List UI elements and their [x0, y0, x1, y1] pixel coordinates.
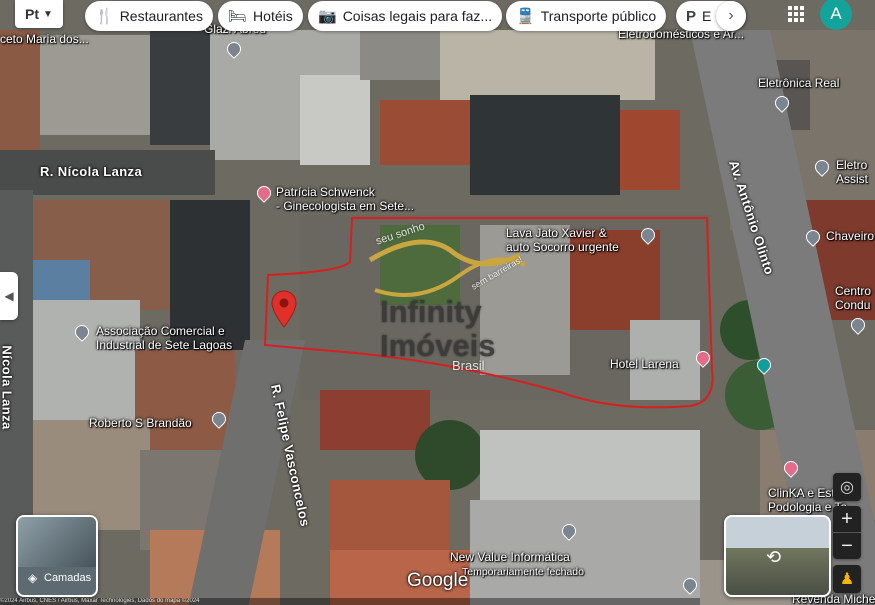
- place-label-newvalue-l1[interactable]: New Value Informática: [450, 550, 570, 564]
- place-label-hotel[interactable]: Hotel Larena: [610, 357, 679, 371]
- chip-label: Coisas legais para faz...: [342, 8, 493, 24]
- chip-hotels[interactable]: 🛏 Hotéis: [218, 1, 303, 31]
- place-label-centro-l1[interactable]: Centro: [835, 284, 871, 298]
- street-view-preview[interactable]: ⟲: [724, 515, 831, 597]
- pegman-button[interactable]: ♟: [833, 565, 861, 593]
- menu-icon-text: Pt: [25, 6, 40, 22]
- chip-transit[interactable]: 🚆 Transporte público: [506, 1, 667, 31]
- place-label-centro-l2[interactable]: Condu: [835, 298, 870, 312]
- place-label-clinika-l1[interactable]: ClinKA e Esta: [768, 486, 841, 500]
- street-label-nicola-lanza: R. Nícola Lanza: [40, 164, 143, 179]
- chevron-down-icon: ▼: [43, 8, 53, 20]
- place-label-associacao-l1[interactable]: Associação Comercial e: [96, 324, 225, 338]
- street-label-nicola-lanza-vertical: Nícola Lanza: [0, 345, 15, 430]
- chip-label: E: [702, 8, 712, 24]
- layers-label: Camadas: [44, 572, 92, 584]
- menu-button[interactable]: Pt ▼: [15, 0, 63, 28]
- zoom-in-button[interactable]: +: [833, 506, 861, 532]
- layers-button[interactable]: ◈ Camadas: [16, 515, 98, 597]
- chevron-left-icon: ◀: [4, 289, 14, 303]
- hotel-icon: 🛏: [228, 8, 248, 25]
- place-label-roberto[interactable]: Roberto S Brandão: [89, 416, 192, 430]
- chip-label: Transporte público: [540, 8, 657, 24]
- restaurant-icon: 🍴: [95, 8, 114, 25]
- watermark-sub: Brasil: [452, 358, 485, 373]
- chips-next-button[interactable]: ›: [716, 1, 746, 31]
- chip-restaurants[interactable]: 🍴 Restaurantes: [85, 1, 213, 31]
- place-label-associacao-l2[interactable]: Industrial de Sete Lagoas: [96, 338, 232, 352]
- my-location-button[interactable]: ◎: [833, 473, 861, 501]
- layers-icon: ◈: [28, 571, 38, 585]
- place-label-chaveiro[interactable]: Chaveiro: [826, 229, 874, 243]
- location-target-icon: ◎: [840, 479, 854, 496]
- place-label-eletro2-l2[interactable]: Assist: [836, 172, 868, 186]
- chip-label: Restaurantes: [119, 8, 203, 24]
- pegman-icon: ♟: [839, 571, 855, 588]
- place-label-eletro2-l1[interactable]: Eletro: [836, 158, 867, 172]
- place-label-patricia-l1[interactable]: Patrícia Schwenck: [276, 185, 375, 199]
- avatar-letter: A: [830, 4, 842, 23]
- side-panel-toggle[interactable]: ◀: [0, 272, 18, 320]
- camera-icon: 📷: [318, 8, 337, 25]
- place-label-eletronica[interactable]: Eletrônica Real: [758, 76, 839, 90]
- chevron-right-icon: ›: [728, 7, 734, 24]
- attribution: ©2024 Airbus, CNES / Airbus, Maxar Techn…: [0, 598, 700, 605]
- minus-icon: −: [841, 534, 853, 557]
- zoom-out-button[interactable]: −: [833, 533, 861, 559]
- place-label-patricia-l2[interactable]: - Ginecologista em Sete...: [276, 199, 414, 213]
- place-label-maria[interactable]: ceto Maria dos...: [0, 32, 89, 46]
- parking-icon: P: [686, 7, 697, 25]
- place-label-lava-l2[interactable]: auto Socorro urgente: [506, 240, 619, 254]
- place-label-newvalue-l2[interactable]: Temporariamente fechado: [462, 565, 584, 579]
- apps-grid-icon[interactable]: [788, 6, 804, 22]
- chip-things-to-do[interactable]: 📷 Coisas legais para faz...: [308, 1, 503, 31]
- google-logo: Google: [407, 570, 469, 591]
- rotate-360-icon: ⟲: [766, 547, 782, 567]
- satellite-map[interactable]: seu sonho sem barreiras! Infinity Imóvei…: [0, 0, 875, 605]
- transit-icon: 🚆: [516, 8, 535, 25]
- place-label-lava-l1[interactable]: Lava Jato Xavier &: [506, 226, 607, 240]
- watermark-line1: Infinity: [380, 294, 482, 329]
- chip-label: Hotéis: [253, 8, 293, 24]
- plus-icon: +: [841, 507, 853, 530]
- dropped-pin-icon[interactable]: [270, 290, 298, 328]
